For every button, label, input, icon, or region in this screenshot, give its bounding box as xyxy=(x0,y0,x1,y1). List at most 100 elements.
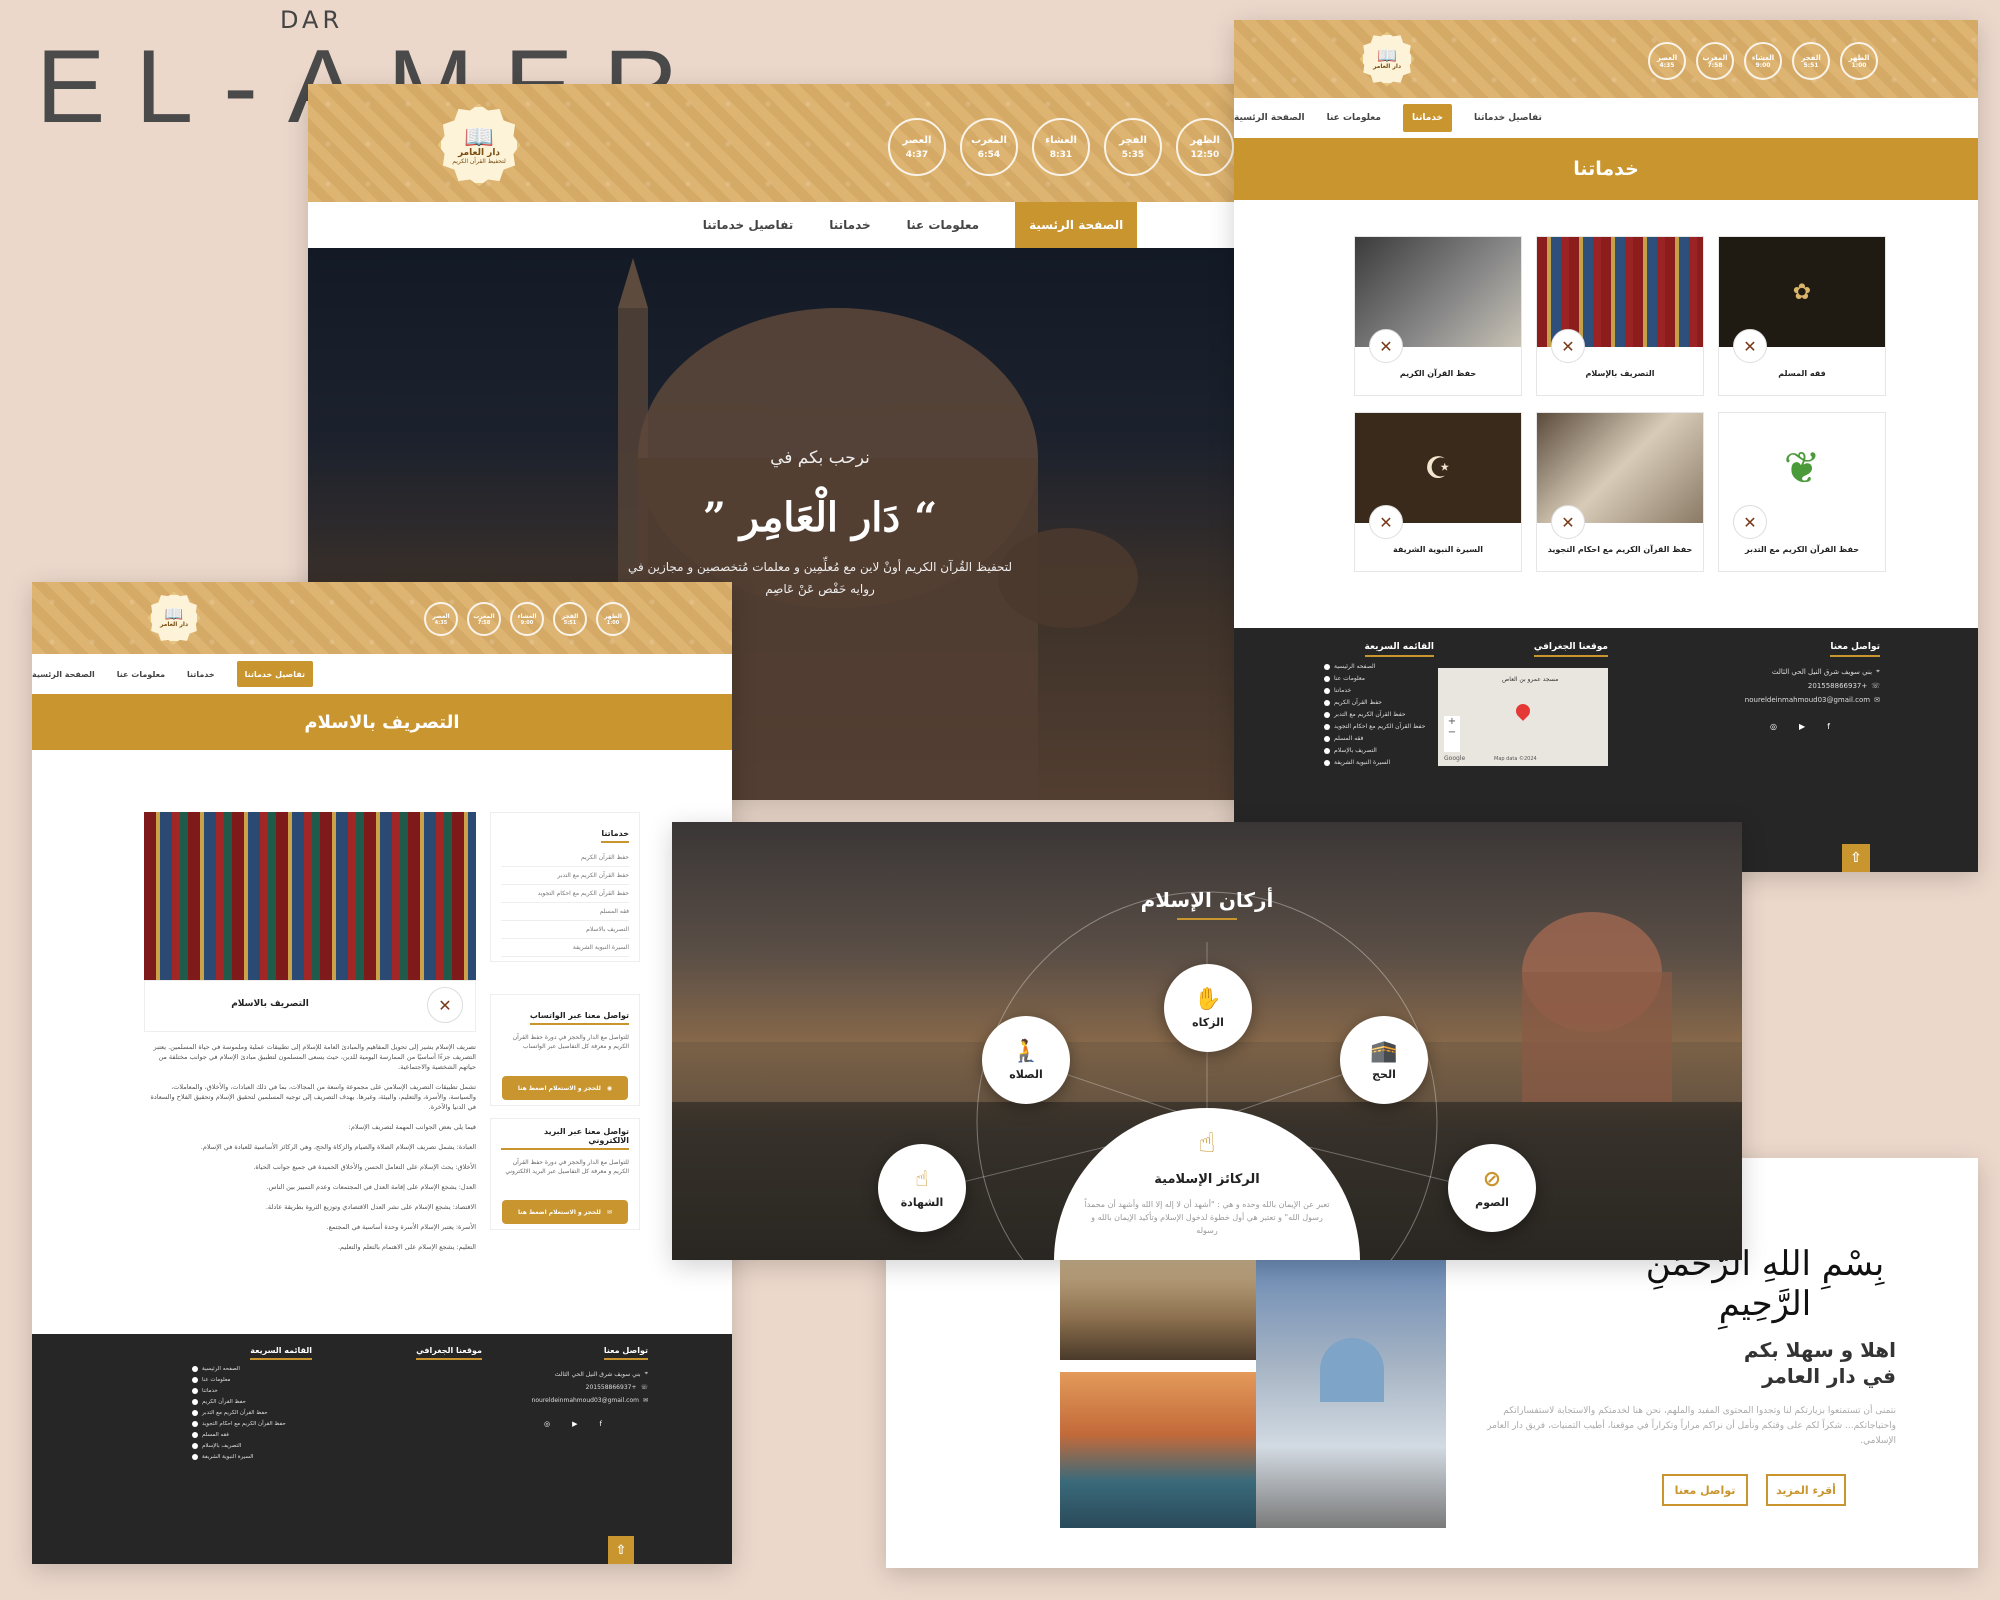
map-data-label: Map data ©2024 xyxy=(1494,756,1537,762)
scroll-top-button[interactable]: ⇧ xyxy=(608,1536,634,1564)
contact-button[interactable]: تواصل معنا xyxy=(1662,1474,1748,1506)
bullet-icon xyxy=(1324,687,1330,694)
phone-item[interactable]: ☏ +201558866937 xyxy=(498,1384,648,1391)
quick-link[interactable]: التصريف بالإسلام xyxy=(1324,747,1434,754)
quick-link[interactable]: حفظ القرآن الكريم مع التدبر xyxy=(1324,711,1434,718)
bullet-icon xyxy=(192,1377,198,1383)
nav-about[interactable]: معلومات عنا xyxy=(1327,113,1381,123)
phone-icon: ☏ xyxy=(1871,682,1880,690)
phone-item[interactable]: ☏ +201558866937 xyxy=(1720,682,1880,690)
map-embed[interactable]: مسجد عمرو بن العاص + − Google Map data ©2… xyxy=(1438,668,1608,766)
nav-about[interactable]: معلومات عنا xyxy=(907,218,979,232)
youtube-icon[interactable]: ▶ xyxy=(1799,722,1805,731)
social-links: f ▶ ◎ xyxy=(1720,722,1880,731)
email-button[interactable]: للحجز و الاستعلام اضغط هنا ✉ xyxy=(502,1200,628,1224)
email-button-label: للحجز و الاستعلام اضغط هنا xyxy=(518,1208,601,1216)
nav-services[interactable]: خدماتنا xyxy=(187,670,215,679)
service-card[interactable]: ❦ ✕ حفظ القرآن الكريم مع التدبر xyxy=(1718,412,1886,572)
nav-details[interactable]: تفاصيل خدماتنا xyxy=(703,218,793,232)
whatsapp-button[interactable]: للحجز و الاستعلام اضغط هنا ◉ xyxy=(502,1076,628,1100)
nav-services[interactable]: خدماتنا xyxy=(1402,104,1453,132)
quick-link[interactable]: الصفحه الرئيسية xyxy=(192,1366,312,1372)
sidebar-service-link[interactable]: حفظ القرآن الكريم xyxy=(501,849,629,867)
service-card[interactable]: ✕ حفظ القرآن الكريم xyxy=(1354,236,1522,396)
bullet-icon xyxy=(192,1388,198,1394)
quick-link[interactable]: فقه المسلم xyxy=(192,1432,312,1438)
email-item[interactable]: ✉ noureldeinmahmoud03@gmail.com xyxy=(1720,696,1880,704)
quick-link[interactable]: حفظ القرآن الكريم xyxy=(1324,699,1434,706)
facebook-icon[interactable]: f xyxy=(1827,722,1830,731)
sidebar-service-link[interactable]: فقه المسلم xyxy=(501,903,629,921)
quick-link[interactable]: حفظ القرآن الكريم مع احكام التجويد xyxy=(192,1421,312,1427)
nav-about[interactable]: معلومات عنا xyxy=(117,670,165,679)
nav-details[interactable]: تفاصيل خدماتنا xyxy=(236,661,313,687)
footer-address: بني سويف شرق النيل الحي الثالث xyxy=(1771,667,1873,676)
footer-quick-title: القائمه السريعة xyxy=(250,1346,312,1360)
bullet-icon xyxy=(1324,735,1330,742)
footer-location-title: موقعنا الجغرافي xyxy=(1533,642,1608,657)
quran-stand-icon: ✕ xyxy=(1551,329,1585,363)
nav-home[interactable]: الصفحة الرئسية xyxy=(1015,202,1138,248)
scroll-top-button[interactable]: ⇧ xyxy=(1842,844,1870,872)
facebook-icon[interactable]: f xyxy=(600,1420,602,1428)
sidebar-service-link[interactable]: حفظ القرآن الكريم مع التدبر xyxy=(501,867,629,885)
pillar-salah[interactable]: 🧎 الصلاه xyxy=(982,1016,1070,1104)
bullet-icon xyxy=(1324,759,1330,766)
quick-link[interactable]: السيرة النبوية الشريفة xyxy=(192,1454,312,1460)
quick-link[interactable]: حفظ القرآن الكريم مع التدبر xyxy=(192,1410,312,1416)
quick-link-label: خدماتنا xyxy=(202,1388,218,1394)
prayer-times-small: الظهر 1:00 الفجر 5:51 العشاء 9:00 المغرب 7:5… xyxy=(424,602,630,636)
quran-stand-icon: ✕ xyxy=(1551,505,1585,539)
quick-link[interactable]: التصريف بالإسلام xyxy=(192,1443,312,1449)
quick-link-label: حفظ القرآن الكريم مع احكام التجويد xyxy=(1334,723,1426,730)
quick-link[interactable]: السيرة النبوية الشريفة xyxy=(1324,759,1434,766)
quick-link[interactable]: معلومات عنا xyxy=(192,1377,312,1383)
quick-link[interactable]: حفظ القرآن الكريم xyxy=(192,1399,312,1405)
nav-details[interactable]: تفاصيل خدماتنا xyxy=(1474,113,1542,123)
site-logo-small[interactable]: 📖 دار العامر xyxy=(1360,32,1414,86)
service-card[interactable]: ✕ حفظ القرآن الكريم مع احكام التجويد xyxy=(1536,412,1704,572)
bullet-icon xyxy=(192,1432,198,1438)
nav-home[interactable]: الصفحة الرئسية xyxy=(32,670,95,679)
pillar-hajj[interactable]: 🕋 الحج xyxy=(1340,1016,1428,1104)
pillar-shahada[interactable]: ☝ الشهادة xyxy=(878,1144,966,1232)
site-logo-small[interactable]: 📖 دار العامر xyxy=(148,592,200,644)
sidebar-service-link[interactable]: السيرة النبوية الشريفة xyxy=(501,939,629,957)
detail-nav: تفاصيل خدماتنا خدماتنا معلومات عنا الصفح… xyxy=(32,654,732,694)
mosque-photo-2 xyxy=(1060,1372,1256,1528)
quick-link[interactable]: خدماتنا xyxy=(1324,687,1434,694)
read-more-button[interactable]: أقرء المزيد xyxy=(1766,1474,1846,1506)
article-paragraph: فيما يلي بعض الجوانب المهمة لتصريف الإسل… xyxy=(348,1123,476,1131)
quran-stand-icon: ✕ xyxy=(427,987,463,1023)
service-card[interactable]: ☪ ✕ السيرة النبوية الشريفة xyxy=(1354,412,1522,572)
map-zoom-controls[interactable]: + − xyxy=(1444,716,1460,752)
instagram-icon[interactable]: ◎ xyxy=(1770,722,1777,731)
instagram-icon[interactable]: ◎ xyxy=(544,1420,550,1428)
bullet-icon xyxy=(192,1399,198,1405)
services-title-bar: خدماتنا xyxy=(1234,138,1978,200)
quick-link[interactable]: الصفحه الرئيسية xyxy=(1324,663,1434,670)
quick-link[interactable]: فقه المسلم xyxy=(1324,735,1434,742)
pillar-sawm[interactable]: ⊘ الصوم xyxy=(1448,1144,1536,1232)
hero-welcome: نرحب بكم في xyxy=(770,448,870,468)
quick-link[interactable]: معلومات عنا xyxy=(1324,675,1434,682)
mosque-photo-3 xyxy=(1256,1258,1446,1528)
pillar-zakat[interactable]: ✋ الزكاه xyxy=(1164,964,1252,1052)
email-item[interactable]: ✉ noureldeinmahmoud03@gmail.com xyxy=(498,1397,648,1404)
nav-home[interactable]: الصفحة الرئسية xyxy=(1234,113,1305,123)
quick-link[interactable]: خدماتنا xyxy=(192,1388,312,1394)
site-logo[interactable]: 📖 دار العامر لتحفيظ القرآن الكريم xyxy=(438,104,520,186)
quick-link-label: فقه المسلم xyxy=(202,1432,229,1438)
service-card[interactable]: ✕ التصريف بالإسلام xyxy=(1536,236,1704,396)
quick-link-label: حفظ القرآن الكريم xyxy=(1334,699,1382,706)
bullet-icon xyxy=(1324,723,1330,730)
pillars-center-title: الركائز الإسلامية xyxy=(1154,1172,1260,1187)
quick-link-label: السيرة النبوية الشريفة xyxy=(1334,759,1391,766)
pillar-label: الصوم xyxy=(1475,1196,1509,1209)
sidebar-service-link[interactable]: حفظ القرآن الكريم مع احكام التجويد xyxy=(501,885,629,903)
quick-link[interactable]: حفظ القرآن الكريم مع احكام التجويد xyxy=(1324,723,1434,730)
nav-services[interactable]: خدماتنا xyxy=(829,218,870,232)
sidebar-service-link[interactable]: التصريف بالاسلام xyxy=(501,921,629,939)
youtube-icon[interactable]: ▶ xyxy=(572,1420,577,1428)
service-card[interactable]: ✿ ✕ فقه المسلم xyxy=(1718,236,1886,396)
